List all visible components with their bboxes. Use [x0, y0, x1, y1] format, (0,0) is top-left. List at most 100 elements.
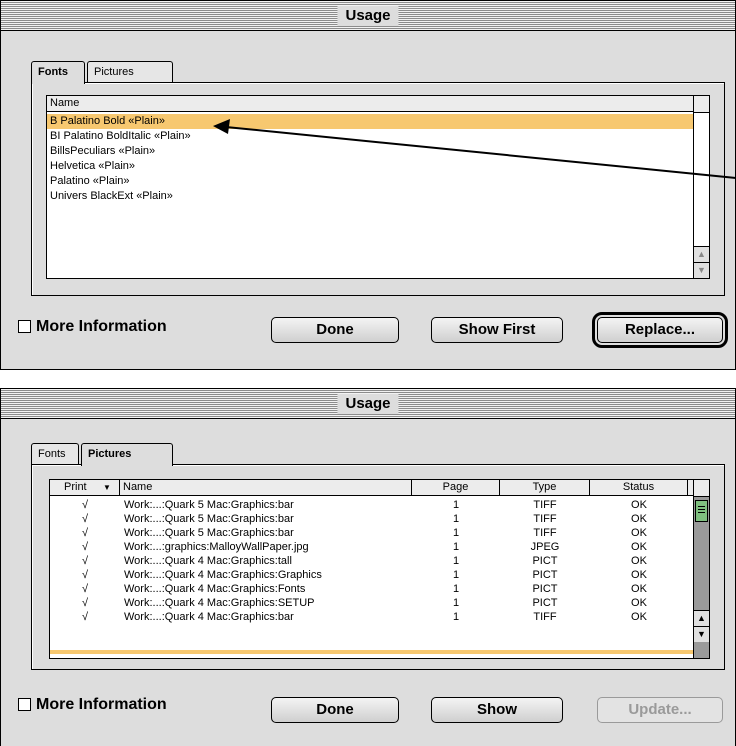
show-button[interactable]: Show: [431, 697, 563, 723]
font-list-item[interactable]: BillsPeculiars «Plain»: [47, 144, 694, 159]
status-cell: OK: [631, 555, 647, 567]
page-column-label: Page: [442, 481, 469, 493]
table-row[interactable]: √ Work:...:Quark 5 Mac:Graphics:bar 1 TIFF O…: [50, 526, 694, 540]
page-cell: 1: [452, 513, 460, 525]
pictures-table[interactable]: Print ▼ Name Page Type Status √ Work:...:…: [49, 479, 710, 659]
name-cell: Work:...:Quark 5 Mac:Graphics:bar: [124, 499, 294, 511]
status-cell: OK: [631, 499, 647, 511]
status-column-label: Status: [622, 481, 655, 493]
page-cell: 1: [452, 499, 460, 511]
print-cell: √: [81, 555, 89, 567]
pictures-tab-panel: Print ▼ Name Page Type Status √ Work:...:…: [31, 464, 725, 670]
more-information-checkbox[interactable]: [18, 698, 31, 711]
type-column-header[interactable]: Type: [500, 480, 590, 495]
print-cell: √: [81, 569, 89, 581]
print-cell: √: [81, 597, 89, 609]
table-row[interactable]: √ Work:...:Quark 4 Mac:Graphics:tall 1 PICT…: [50, 554, 694, 568]
name-cell: Work:...:Quark 4 Mac:Graphics:Fonts: [124, 583, 306, 595]
status-cell: OK: [631, 513, 647, 525]
fonts-list-scrollbar[interactable]: ▲ ▼: [693, 96, 709, 278]
page-cell: 1: [452, 583, 460, 595]
show-first-button[interactable]: Show First: [431, 317, 563, 343]
type-cell: TIFF: [533, 513, 557, 525]
table-row[interactable]: √ Work:...:Quark 4 Mac:Graphics:SETUP 1 PIC…: [50, 596, 694, 610]
status-cell: OK: [631, 541, 647, 553]
table-row[interactable]: √ Work:...:Quark 4 Mac:Graphics:Fonts 1 PIC…: [50, 582, 694, 596]
table-row[interactable]: √ Work:...:Quark 4 Mac:Graphics:bar 1 TIFF O…: [50, 610, 694, 624]
tab-fonts[interactable]: Fonts: [31, 443, 79, 465]
table-row[interactable]: √ Work:...:graphics:MalloyWallPaper.jpg 1 J…: [50, 540, 694, 554]
name-cell: Work:...:Quark 4 Mac:Graphics:tall: [124, 555, 292, 567]
fonts-usage-window: Usage Fonts Pictures Name B Palatino Bol…: [0, 0, 736, 370]
type-cell: PICT: [532, 555, 558, 567]
more-information-label: More Information: [36, 696, 167, 713]
page-column-header[interactable]: Page: [412, 480, 500, 495]
print-column-header[interactable]: Print ▼: [50, 480, 120, 495]
print-column-label: Print: [64, 481, 87, 493]
font-list-item[interactable]: BI Palatino BoldItalic «Plain»: [47, 129, 694, 144]
print-cell: √: [81, 499, 89, 511]
type-cell: TIFF: [533, 611, 557, 623]
table-row[interactable]: √ Work:...:Quark 5 Mac:Graphics:bar 1 TIFF O…: [50, 498, 694, 512]
status-column-header[interactable]: Status: [590, 480, 688, 495]
status-cell: OK: [631, 527, 647, 539]
window-title: Usage: [337, 6, 399, 26]
name-column-label: Name: [50, 97, 80, 109]
font-list-item[interactable]: Univers BlackExt «Plain»: [47, 189, 694, 204]
up-arrow-icon[interactable]: ▲: [694, 246, 709, 262]
more-information-label: More Information: [36, 318, 167, 335]
tab-pictures[interactable]: Pictures: [81, 443, 173, 466]
type-cell: TIFF: [533, 499, 557, 511]
window-title: Usage: [337, 394, 399, 414]
name-cell: Work:...:Quark 5 Mac:Graphics:bar: [124, 513, 294, 525]
done-button[interactable]: Done: [271, 317, 399, 343]
page-cell: 1: [452, 597, 460, 609]
down-arrow-icon[interactable]: ▼: [694, 626, 709, 642]
name-cell: Work:...:Quark 4 Mac:Graphics:SETUP: [124, 597, 315, 609]
print-cell: √: [81, 527, 89, 539]
up-arrow-icon[interactable]: ▲: [694, 610, 709, 626]
font-list-item[interactable]: Palatino «Plain»: [47, 174, 694, 189]
fonts-list[interactable]: Name B Palatino Bold «Plain» BI Palatino…: [46, 95, 710, 279]
down-arrow-icon[interactable]: ▼: [694, 262, 709, 278]
status-cell: OK: [631, 569, 647, 581]
print-cell: √: [81, 611, 89, 623]
table-row[interactable]: √ Work:...:Quark 4 Mac:Graphics:Graphics 1…: [50, 568, 694, 582]
font-list-item[interactable]: Helvetica «Plain»: [47, 159, 694, 174]
replace-button[interactable]: Replace...: [592, 312, 728, 348]
update-button: Update...: [597, 697, 723, 723]
triangle-down-icon: ▼: [103, 483, 111, 492]
done-button[interactable]: Done: [271, 697, 399, 723]
list-header-name[interactable]: Name: [47, 96, 694, 112]
name-column-header[interactable]: Name: [120, 480, 412, 495]
print-cell: √: [81, 541, 89, 553]
table-row[interactable]: √ Work:...:Quark 5 Mac:Graphics:bar 1 TIFF O…: [50, 512, 694, 526]
page-cell: 1: [452, 611, 460, 623]
page-cell: 1: [452, 541, 460, 553]
print-cell: √: [81, 583, 89, 595]
scrollbar-corner: [694, 96, 709, 113]
type-cell: PICT: [532, 597, 558, 609]
pictures-table-scrollbar[interactable]: ▲ ▼: [693, 480, 709, 658]
name-column-label: Name: [123, 481, 153, 493]
fonts-tab-panel: Name B Palatino Bold «Plain» BI Palatino…: [31, 82, 725, 296]
more-information-checkbox[interactable]: [18, 320, 31, 333]
print-cell: √: [81, 513, 89, 525]
scroll-thumb[interactable]: [695, 500, 708, 522]
window-titlebar[interactable]: Usage: [1, 389, 735, 419]
type-cell: PICT: [532, 569, 558, 581]
name-cell: Work:...:Quark 5 Mac:Graphics:bar: [124, 527, 294, 539]
window-titlebar[interactable]: Usage: [1, 1, 735, 31]
table-header: Print ▼ Name Page Type Status: [50, 480, 694, 496]
tab-pictures[interactable]: Pictures: [87, 61, 173, 83]
font-list-item[interactable]: B Palatino Bold «Plain»: [47, 114, 694, 129]
type-cell: PICT: [532, 583, 558, 595]
status-cell: OK: [631, 597, 647, 609]
name-cell: Work:...:Quark 4 Mac:Graphics:Graphics: [124, 569, 322, 581]
selection-highlight: [50, 650, 694, 654]
page-cell: 1: [452, 527, 460, 539]
name-cell: Work:...:Quark 4 Mac:Graphics:bar: [124, 611, 294, 623]
scrollbar-corner: [694, 480, 709, 497]
tab-fonts[interactable]: Fonts: [31, 61, 85, 84]
status-cell: OK: [631, 611, 647, 623]
